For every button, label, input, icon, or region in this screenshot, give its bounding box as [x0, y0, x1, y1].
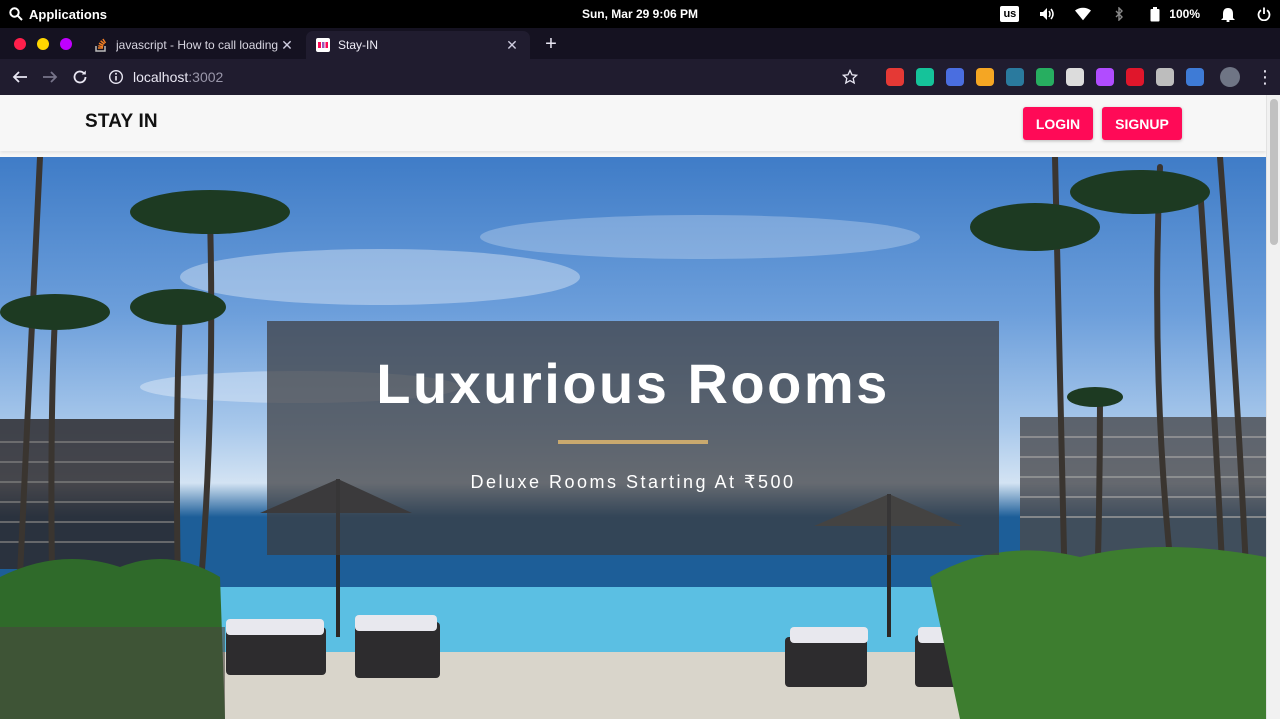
hero-title: Luxurious Rooms [376, 352, 890, 415]
url-port: :3002 [188, 69, 224, 85]
page-scrollbar[interactable] [1266, 95, 1280, 719]
battery-percent: 100% [1169, 7, 1200, 21]
applications-label: Applications [29, 6, 108, 22]
site-favicon [316, 38, 330, 52]
applications-menu[interactable]: Applications [8, 0, 107, 28]
ext-s-extension-icon[interactable] [1066, 68, 1084, 86]
extensions-bar [886, 67, 1204, 87]
bell-icon[interactable] [1220, 6, 1236, 22]
close-window-button[interactable] [14, 38, 26, 50]
reload-button[interactable] [70, 67, 90, 87]
grammarly-extension-icon[interactable] [916, 68, 934, 86]
browser-toolbar: localhost:3002 [0, 59, 1280, 95]
close-tab-icon[interactable]: ✕ [504, 37, 520, 54]
ext-orange-extension-icon[interactable] [976, 68, 994, 86]
login-button[interactable]: LOGIN [1023, 107, 1093, 140]
new-tab-button[interactable]: + [541, 34, 561, 54]
scrollbar-thumb[interactable] [1270, 99, 1278, 245]
tab-title: Stay-IN [338, 38, 379, 52]
site-navbar: STAY IN LOGIN SIGNUP [0, 95, 1266, 151]
volume-icon[interactable] [1039, 6, 1055, 22]
profile-avatar[interactable] [1220, 67, 1240, 87]
hero-banner: Luxurious Rooms Deluxe Rooms Starting At… [0, 157, 1266, 719]
arrow-left-icon [12, 71, 27, 83]
browser-tab-stay-in[interactable]: Stay-IN ✕ [306, 31, 530, 59]
site-brand[interactable]: STAY IN [85, 111, 158, 133]
url-host: localhost [133, 69, 189, 85]
signup-button[interactable]: SIGNUP [1102, 107, 1182, 140]
ext-pen-extension-icon[interactable] [1006, 68, 1024, 86]
keyboard-layout-indicator[interactable]: us [1000, 6, 1020, 22]
browser-tab-strip: javascript - How to call loading ✕ Stay-… [0, 28, 1280, 59]
battery-indicator[interactable]: 100% [1147, 6, 1200, 22]
arrow-right-icon [43, 71, 58, 83]
browser-tab-stackoverflow[interactable]: javascript - How to call loading ✕ [84, 31, 305, 59]
bluetooth-icon[interactable] [1111, 6, 1127, 22]
minimize-window-button[interactable] [37, 38, 49, 50]
page-viewport: STAY IN LOGIN SIGNUP Luxurious Rooms Del… [0, 95, 1266, 719]
stackoverflow-icon [94, 38, 108, 52]
clock[interactable]: Sun, Mar 29 9:06 PM [582, 7, 698, 21]
back-button[interactable] [10, 67, 30, 87]
power-icon[interactable] [1256, 6, 1272, 22]
reload-icon [73, 70, 87, 84]
hero-subtitle: Deluxe Rooms Starting At ₹500 [470, 472, 796, 492]
close-tab-icon[interactable]: ✕ [279, 37, 295, 54]
wifi-icon[interactable] [1075, 6, 1092, 22]
maximize-window-button[interactable] [60, 38, 72, 50]
battery-icon [1147, 6, 1163, 22]
translate-extension-icon[interactable] [946, 68, 964, 86]
bookmark-star-icon[interactable] [840, 67, 860, 87]
os-top-bar: Applications Sun, Mar 29 9:06 PM us 100% [0, 0, 1280, 28]
address-bar[interactable]: localhost:3002 [108, 64, 868, 90]
hero-caption-box: Luxurious Rooms Deluxe Rooms Starting At… [267, 321, 999, 555]
ext-box-extension-icon[interactable] [1186, 68, 1204, 86]
info-icon[interactable] [108, 69, 124, 85]
forward-button[interactable] [40, 67, 60, 87]
ext-target-extension-icon[interactable] [1156, 68, 1174, 86]
browser-menu-icon[interactable]: ⋮ [1256, 67, 1274, 87]
search-icon [8, 6, 24, 22]
ext-feather-extension-icon[interactable] [1096, 68, 1114, 86]
hero-divider [558, 440, 708, 444]
ext-green-extension-icon[interactable] [1036, 68, 1054, 86]
tab-title: javascript - How to call loading [116, 38, 279, 52]
system-tray: us 100% [1000, 0, 1272, 28]
ext-red-extension-icon[interactable] [886, 68, 904, 86]
ext-hand-extension-icon[interactable] [1126, 68, 1144, 86]
